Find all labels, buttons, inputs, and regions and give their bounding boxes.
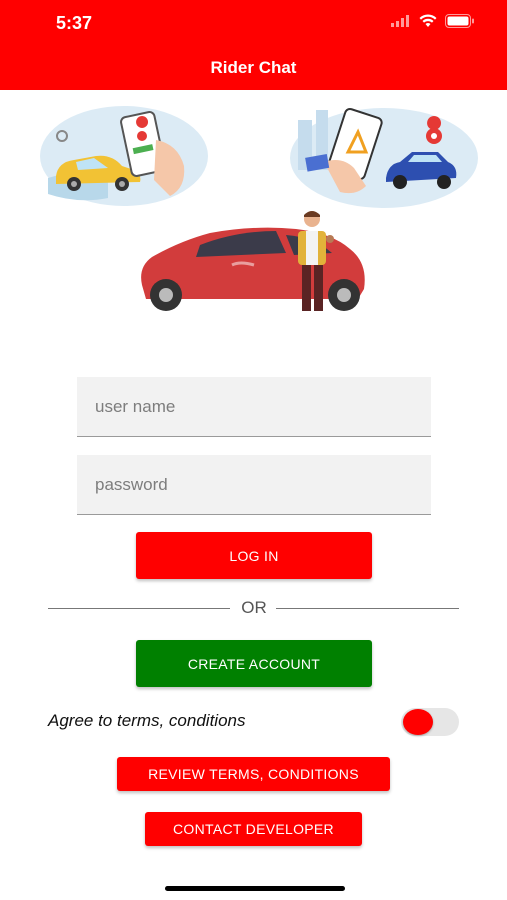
phone-map-illustration-right — [290, 107, 478, 208]
contact-developer-button[interactable]: CONTACT DEVELOPER — [145, 812, 362, 846]
username-input[interactable] — [77, 377, 431, 437]
agree-terms-toggle[interactable] — [401, 708, 459, 736]
or-divider-text: OR — [241, 598, 267, 617]
signal-icon — [391, 15, 409, 27]
review-terms-button[interactable]: REVIEW TERMS, CONDITIONS — [117, 757, 390, 791]
create-account-button[interactable]: CREATE ACCOUNT — [136, 640, 372, 687]
car-with-man-illustration — [141, 211, 365, 311]
divider-left — [48, 608, 230, 609]
battery-icon — [445, 14, 474, 28]
divider-right — [276, 608, 459, 609]
status-time: 5:37 — [56, 13, 93, 33]
status-icons — [391, 14, 475, 28]
toggle-knob — [403, 709, 433, 735]
agree-terms-label: Agree to terms, conditions — [48, 711, 246, 730]
page-title: Rider Chat — [210, 58, 297, 77]
home-indicator[interactable] — [165, 886, 345, 891]
app-header: 5:37 Rider Chat — [0, 0, 507, 90]
phone-map-illustration-left — [40, 106, 208, 206]
password-input[interactable] — [77, 455, 431, 515]
wifi-icon — [419, 14, 437, 27]
login-button[interactable]: LOG IN — [136, 532, 372, 579]
